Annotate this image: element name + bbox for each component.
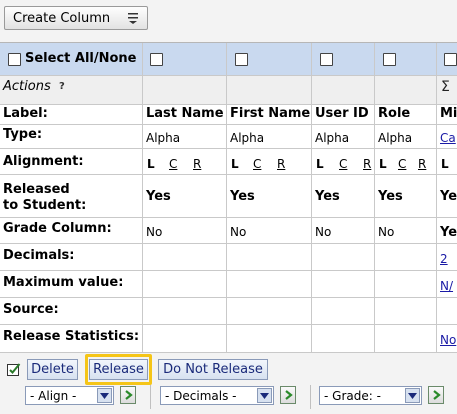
- align-go-button[interactable]: [120, 386, 136, 404]
- align-center-option[interactable]: C: [169, 157, 177, 171]
- align-right-option[interactable]: R: [418, 157, 426, 171]
- column-checkbox-user-id[interactable]: [320, 53, 333, 66]
- column-type: Alpha: [230, 131, 265, 145]
- select-all-label: Select All/None: [25, 51, 137, 66]
- create-column-button[interactable]: Create Column: [4, 6, 148, 30]
- create-column-label: Create Column: [13, 10, 111, 26]
- column-type: Alpha: [378, 131, 413, 145]
- grade-column-value: No: [230, 225, 247, 239]
- release-statistics-link[interactable]: No: [440, 333, 456, 347]
- row-label-maximum-value: Maximum value:: [3, 275, 124, 290]
- toolbar: Create Column: [0, 0, 457, 42]
- column-type-link[interactable]: Ca: [440, 131, 456, 145]
- column-label: User ID: [315, 106, 369, 121]
- column-label: Last Name: [146, 106, 224, 121]
- column-label: Mi: [440, 106, 457, 121]
- released-value: Yes: [378, 189, 403, 204]
- align-center-option[interactable]: C: [253, 157, 261, 171]
- column-settings-grid: Select All/None Actions ? Σ Label: Type:…: [0, 42, 457, 353]
- release-button[interactable]: Release: [89, 359, 148, 380]
- row-label-alignment: Alignment:: [3, 154, 84, 169]
- sigma-edit-icon[interactable]: Σ: [441, 79, 450, 95]
- decimals-select[interactable]: - Decimals -: [160, 386, 274, 405]
- column-checkbox-mi[interactable]: [444, 53, 457, 66]
- column-checkbox-first-name[interactable]: [235, 53, 248, 66]
- grade-column-value: Ye: [440, 225, 457, 240]
- delete-button[interactable]: Delete: [27, 359, 78, 380]
- row-label-label: Label:: [3, 106, 48, 121]
- align-left-option[interactable]: L: [316, 157, 324, 171]
- maximum-value-link[interactable]: N/: [440, 279, 453, 293]
- row-label-released-1: Released: [3, 182, 70, 197]
- help-icon[interactable]: ?: [59, 81, 65, 92]
- align-center-option[interactable]: C: [339, 157, 347, 171]
- column-checkbox-role[interactable]: [383, 53, 396, 66]
- grade-select[interactable]: - Grade: -: [319, 386, 422, 405]
- do-not-release-button[interactable]: Do Not Release: [158, 359, 268, 380]
- row-label-grade-column: Grade Column:: [3, 221, 112, 236]
- align-select[interactable]: - Align -: [25, 386, 114, 405]
- actions-label: Actions: [3, 79, 51, 94]
- chevron-down-icon: [405, 388, 420, 403]
- align-left-option[interactable]: L: [441, 157, 449, 171]
- released-value: Yes: [315, 189, 340, 204]
- align-left-option[interactable]: L: [379, 157, 387, 171]
- align-right-option[interactable]: R: [193, 157, 201, 171]
- row-label-release-statistics: Release Statistics:: [3, 329, 140, 344]
- released-value: Yes: [146, 189, 171, 204]
- align-right-option[interactable]: R: [277, 157, 285, 171]
- row-label-released-2: to Student:: [3, 198, 87, 213]
- column-checkbox-last-name[interactable]: [150, 53, 163, 66]
- align-right-option[interactable]: R: [363, 157, 371, 171]
- go-arrow-icon: [285, 390, 293, 400]
- column-label: Role: [378, 106, 411, 121]
- decimals-link[interactable]: 2: [440, 252, 448, 266]
- go-arrow-icon: [433, 390, 441, 400]
- column-label: First Name: [230, 106, 311, 121]
- go-arrow-icon: [125, 390, 133, 400]
- grade-go-button[interactable]: [428, 386, 444, 404]
- column-type: Alpha: [315, 131, 350, 145]
- align-left-option[interactable]: L: [231, 157, 239, 171]
- actions-row: [0, 75, 457, 104]
- grade-column-value: No: [378, 225, 395, 239]
- released-value: Yes: [230, 189, 255, 204]
- grade-column-value: No: [315, 225, 332, 239]
- row-label-type: Type:: [3, 127, 43, 142]
- released-value: Ye: [440, 189, 457, 204]
- checkbox-arrow-icon: [7, 363, 21, 376]
- select-all-checkbox[interactable]: [8, 53, 21, 66]
- menu-lines-icon: [128, 13, 138, 24]
- bottom-action-bar: Delete Release Do Not Release - Align - …: [0, 352, 457, 414]
- grade-column-value: No: [146, 225, 163, 239]
- row-label-decimals: Decimals:: [3, 248, 75, 263]
- decimals-select-value: - Decimals -: [165, 388, 237, 403]
- chevron-down-icon: [257, 388, 272, 403]
- row-label-source: Source:: [3, 302, 59, 317]
- align-select-value: - Align -: [30, 388, 77, 403]
- chevron-down-icon: [97, 388, 112, 403]
- align-left-option[interactable]: L: [147, 157, 155, 171]
- column-type: Alpha: [146, 131, 181, 145]
- decimals-go-button[interactable]: [280, 386, 296, 404]
- grade-select-value: - Grade: -: [324, 388, 381, 403]
- align-center-option[interactable]: C: [398, 157, 406, 171]
